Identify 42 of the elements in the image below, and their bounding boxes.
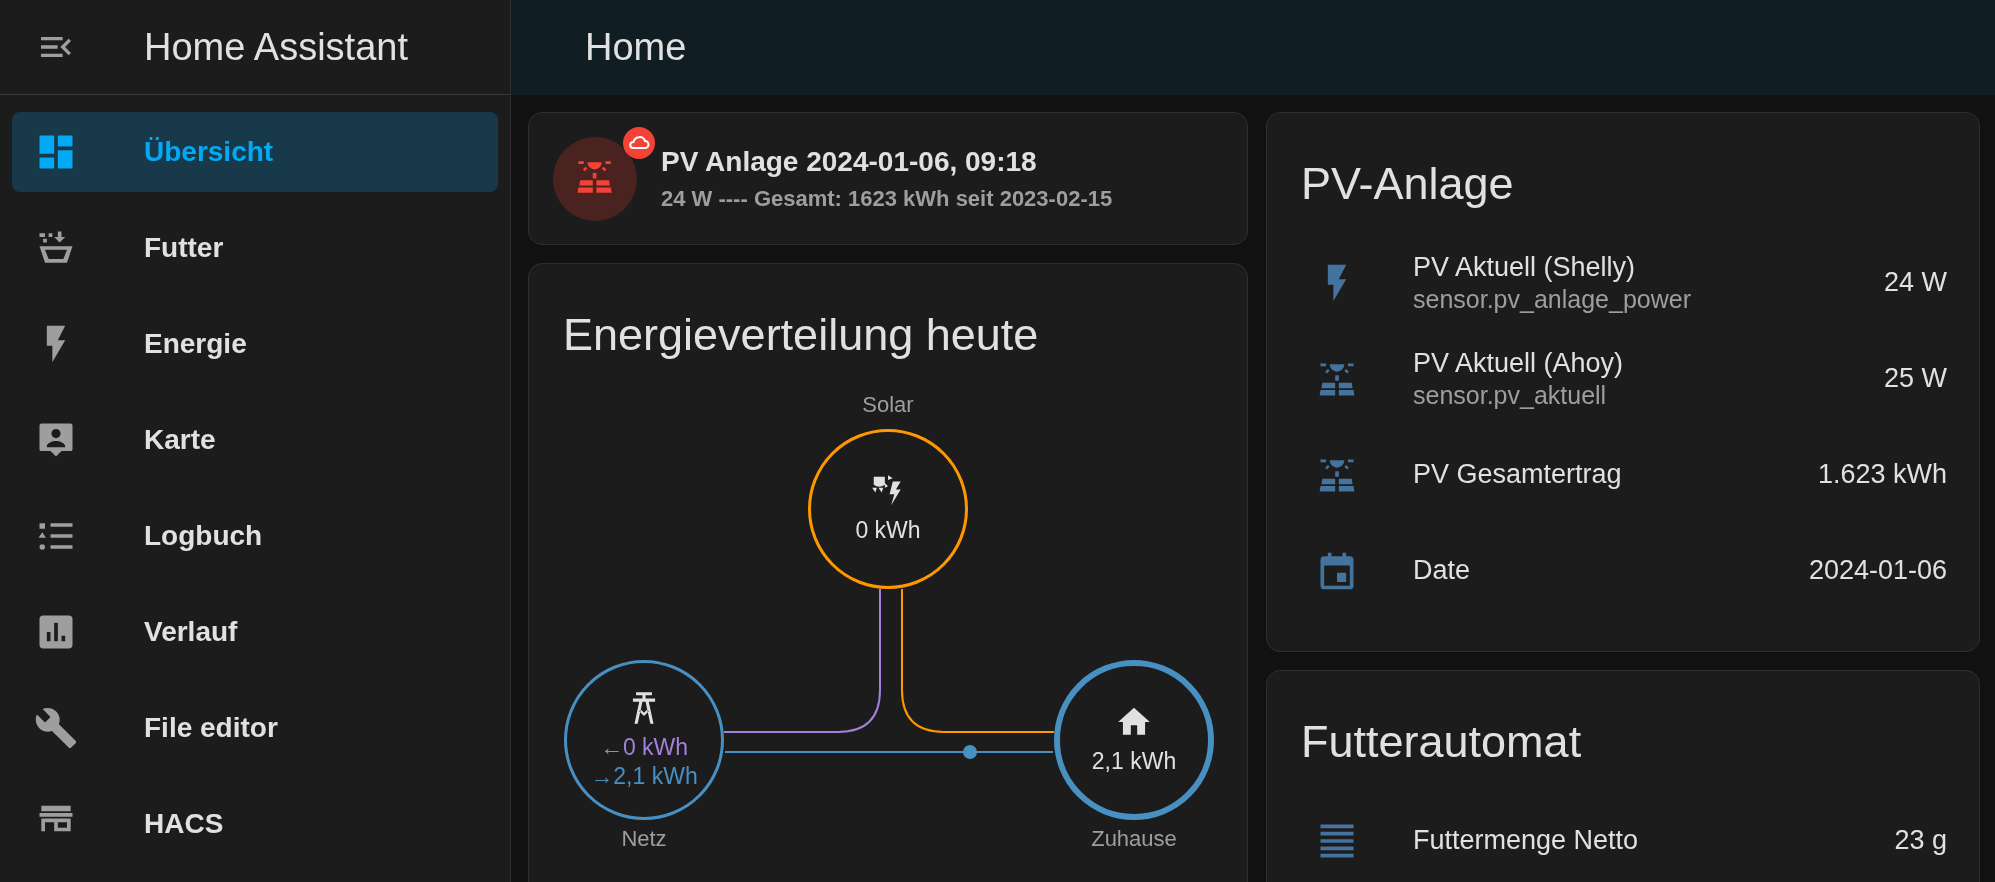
- wrench-icon: [34, 706, 78, 750]
- entity-id: sensor.pv_aktuell: [1413, 380, 1608, 410]
- grid-node[interactable]: ←0 kWh →2,1 kWh: [564, 659, 724, 820]
- solar-node[interactable]: 0 kWh: [808, 428, 968, 589]
- home-node[interactable]: 2,1 kWh: [1054, 659, 1214, 820]
- node-value: 0 kWh: [855, 516, 921, 545]
- cloud-badge-icon: [623, 126, 655, 159]
- sidebar-item[interactable]: Übersicht: [12, 112, 498, 192]
- entity-state: 1.623 kWh: [1817, 459, 1947, 490]
- entity-name[interactable]: Futtermenge Netto: [1413, 825, 1895, 856]
- card-title: Futterautomat: [1300, 715, 1583, 767]
- page-title: Home: [585, 26, 687, 69]
- sidebar-item[interactable]: File editor: [12, 688, 498, 768]
- sidebar-item[interactable]: HACS: [12, 784, 498, 864]
- node-value: ←0 kWh: [599, 732, 689, 762]
- status-subtitle: 24 W ---- Gesamt: 1623 kWh seit 2023-02-15: [661, 185, 1113, 212]
- entity-name[interactable]: PV Aktuell (Ahoy): [1413, 347, 1884, 379]
- sidebar-item[interactable]: Energie: [12, 304, 498, 384]
- entity-state: 25 W: [1883, 363, 1947, 394]
- entity-name[interactable]: PV Aktuell (Shelly): [1413, 251, 1884, 283]
- solar-panel-icon: [553, 136, 637, 221]
- node-label: Zuhause: [1090, 825, 1178, 852]
- sidebar-item[interactable]: Karte: [12, 400, 498, 480]
- node-label: Netz: [620, 825, 668, 852]
- card-title: PV-Anlage: [1300, 157, 1515, 209]
- status-card[interactable]: PV Anlage 2024-01-06, 09:18 24 W ---- Gesamt: 1623 kWh seit 2023-02-15: [528, 112, 1248, 245]
- flow-dot: [963, 744, 977, 759]
- entity-name[interactable]: PV Gesamtertrag: [1413, 459, 1818, 490]
- node-value: 2,1 kWh: [1091, 747, 1177, 776]
- sidebar-item[interactable]: Verlauf: [12, 592, 498, 672]
- sidebar-item[interactable]: Futter: [12, 208, 498, 288]
- status-title: PV Anlage 2024-01-06, 09:18: [661, 145, 1038, 178]
- sidebar-item[interactable]: Logbuch: [12, 496, 498, 576]
- entity-name[interactable]: Date: [1413, 555, 1809, 586]
- entity-state: 23 g: [1894, 825, 1947, 856]
- entity-state: 24 W: [1883, 267, 1947, 298]
- app-title: Home Assistant: [144, 25, 408, 69]
- entity-id: sensor.pv_anlage_power: [1413, 284, 1692, 314]
- node-value: →2,1 kWh: [590, 761, 698, 791]
- node-label: Solar: [861, 391, 915, 418]
- entity-state: 2024-01-06: [1808, 555, 1947, 586]
- card-title: Energieverteilung heute: [562, 308, 1040, 360]
